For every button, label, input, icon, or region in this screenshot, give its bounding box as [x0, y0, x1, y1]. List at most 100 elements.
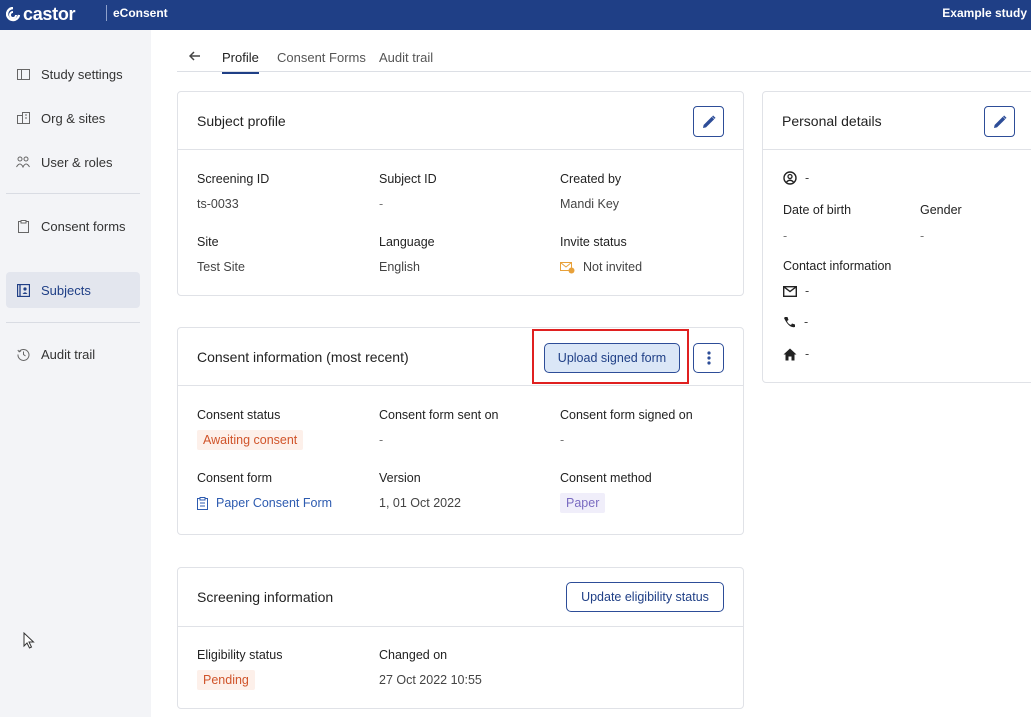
envelope-icon — [783, 285, 797, 297]
field-label: Consent status — [197, 408, 281, 422]
screening-id-value: ts-0033 — [197, 197, 239, 211]
sidebar-divider — [6, 322, 140, 323]
tab-profile[interactable]: Profile — [222, 50, 259, 74]
field-label: Consent method — [560, 471, 652, 485]
consent-form-link[interactable]: Paper Consent Form — [197, 496, 332, 510]
address-row: - — [783, 347, 809, 361]
mouse-cursor-icon — [23, 632, 35, 649]
field-label: Created by — [560, 172, 622, 186]
more-options-button[interactable] — [693, 343, 724, 373]
card-title: Consent information (most recent) — [197, 349, 409, 365]
sidebar-divider — [6, 193, 140, 194]
field-label: Consent form sent on — [379, 408, 499, 422]
name-value: - — [805, 171, 810, 185]
card-title: Screening information — [197, 589, 334, 605]
email-row: - — [783, 284, 809, 298]
subject-id-value: - — [379, 197, 384, 211]
sidebar-item-label: Org & sites — [41, 110, 106, 126]
sidebar-item-user-roles[interactable]: User & roles — [6, 144, 140, 180]
card-title: Subject profile — [197, 113, 286, 129]
edit-personal-details-button[interactable] — [984, 106, 1015, 137]
history-icon — [16, 347, 30, 361]
consent-method-badge: Paper — [560, 493, 606, 513]
changed-on-value: 27 Oct 2022 10:55 — [379, 673, 482, 687]
date-of-birth-value: - — [783, 229, 788, 243]
user-circle-icon — [783, 171, 797, 185]
field-label: Consent form signed on — [560, 408, 693, 422]
header-divider — [106, 5, 107, 21]
card-header: Screening information Update eligibility… — [178, 568, 743, 627]
contact-book-icon — [16, 283, 30, 297]
consent-sent-on-value: - — [379, 433, 384, 447]
castor-logo-icon — [6, 7, 20, 22]
kebab-menu-icon — [706, 351, 711, 365]
field-label: Site — [197, 235, 219, 249]
field-label: Changed on — [379, 648, 448, 662]
consent-status-badge: Awaiting consent — [197, 430, 304, 450]
field-label: Consent form — [197, 471, 273, 485]
field-label: Subject ID — [379, 172, 437, 186]
card-header: Subject profile — [178, 92, 743, 150]
consent-signed-on-value: - — [560, 433, 565, 447]
name-row: - — [783, 171, 809, 185]
card-header: Personal details — [763, 92, 1031, 150]
email-value: - — [805, 284, 810, 298]
pencil-icon — [702, 114, 716, 128]
study-name[interactable]: Example study — [942, 6, 1027, 20]
created-by-value: Mandi Key — [560, 197, 620, 211]
phone-value: - — [804, 315, 809, 329]
brand-name: castor — [23, 4, 76, 24]
sidebar-item-label: Study settings — [41, 66, 123, 82]
sidebar-item-label: User & roles — [41, 154, 113, 170]
invite-status: Not invited — [560, 260, 642, 274]
top-bar: castor eConsent Example study — [0, 0, 1031, 30]
panel-icon — [16, 67, 30, 81]
sidebar-item-audit-trail[interactable]: Audit trail — [6, 336, 140, 372]
gender-value: - — [920, 229, 925, 243]
phone-row: - — [783, 315, 808, 329]
field-label: Version — [379, 471, 421, 485]
tab-bar: Profile Consent Forms Audit trail — [177, 41, 1031, 74]
sidebar-item-label: Subjects — [41, 282, 91, 298]
sidebar-item-label: Consent forms — [41, 218, 126, 234]
subject-profile-card: Subject profile Screening ID ts-0033 Sub… — [177, 91, 744, 296]
consent-form-link-label: Paper Consent Form — [216, 496, 333, 510]
field-label: Language — [379, 235, 435, 249]
sidebar-item-label: Audit trail — [41, 346, 96, 362]
pencil-icon — [993, 114, 1007, 128]
field-label: Invite status — [560, 235, 627, 249]
date-of-birth-label: Date of birth — [783, 203, 852, 217]
product-name: eConsent — [113, 6, 168, 20]
field-label: Eligibility status — [197, 648, 283, 662]
users-icon — [16, 155, 30, 169]
personal-details-card: Personal details - Date of birth - Gende… — [762, 91, 1031, 383]
site-value: Test Site — [197, 260, 245, 274]
gender-label: Gender — [920, 203, 962, 217]
tab-consent-forms[interactable]: Consent Forms — [277, 50, 366, 65]
address-value: - — [805, 347, 810, 361]
sidebar-item-study-settings[interactable]: Study settings — [6, 56, 140, 92]
edit-profile-button[interactable] — [693, 106, 724, 137]
invite-status-value: Not invited — [583, 260, 643, 274]
sidebar-item-consent-forms[interactable]: Consent forms — [6, 208, 140, 244]
clipboard-icon — [16, 219, 30, 233]
sidebar-item-org-sites[interactable]: Org & sites — [6, 100, 140, 136]
highlight-box — [532, 329, 689, 384]
clipboard-icon — [197, 496, 208, 510]
mail-warning-icon — [560, 261, 575, 273]
sidebar-item-subjects[interactable]: Subjects — [6, 272, 140, 308]
contact-information-label: Contact information — [783, 259, 892, 273]
building-icon — [16, 111, 30, 125]
home-icon — [783, 348, 797, 360]
screening-information-card: Screening information Update eligibility… — [177, 567, 744, 709]
language-value: English — [379, 260, 420, 274]
phone-icon — [784, 316, 795, 327]
version-value: 1, 01 Oct 2022 — [379, 496, 462, 510]
update-eligibility-status-button[interactable]: Update eligibility status — [566, 582, 724, 612]
card-title: Personal details — [782, 113, 882, 129]
back-arrow-icon[interactable] — [189, 50, 201, 62]
sidebar: Study settings Org & sites User & roles … — [0, 30, 151, 717]
eligibility-status-badge: Pending — [197, 670, 255, 690]
tab-audit-trail[interactable]: Audit trail — [379, 50, 433, 65]
field-label: Screening ID — [197, 172, 270, 186]
